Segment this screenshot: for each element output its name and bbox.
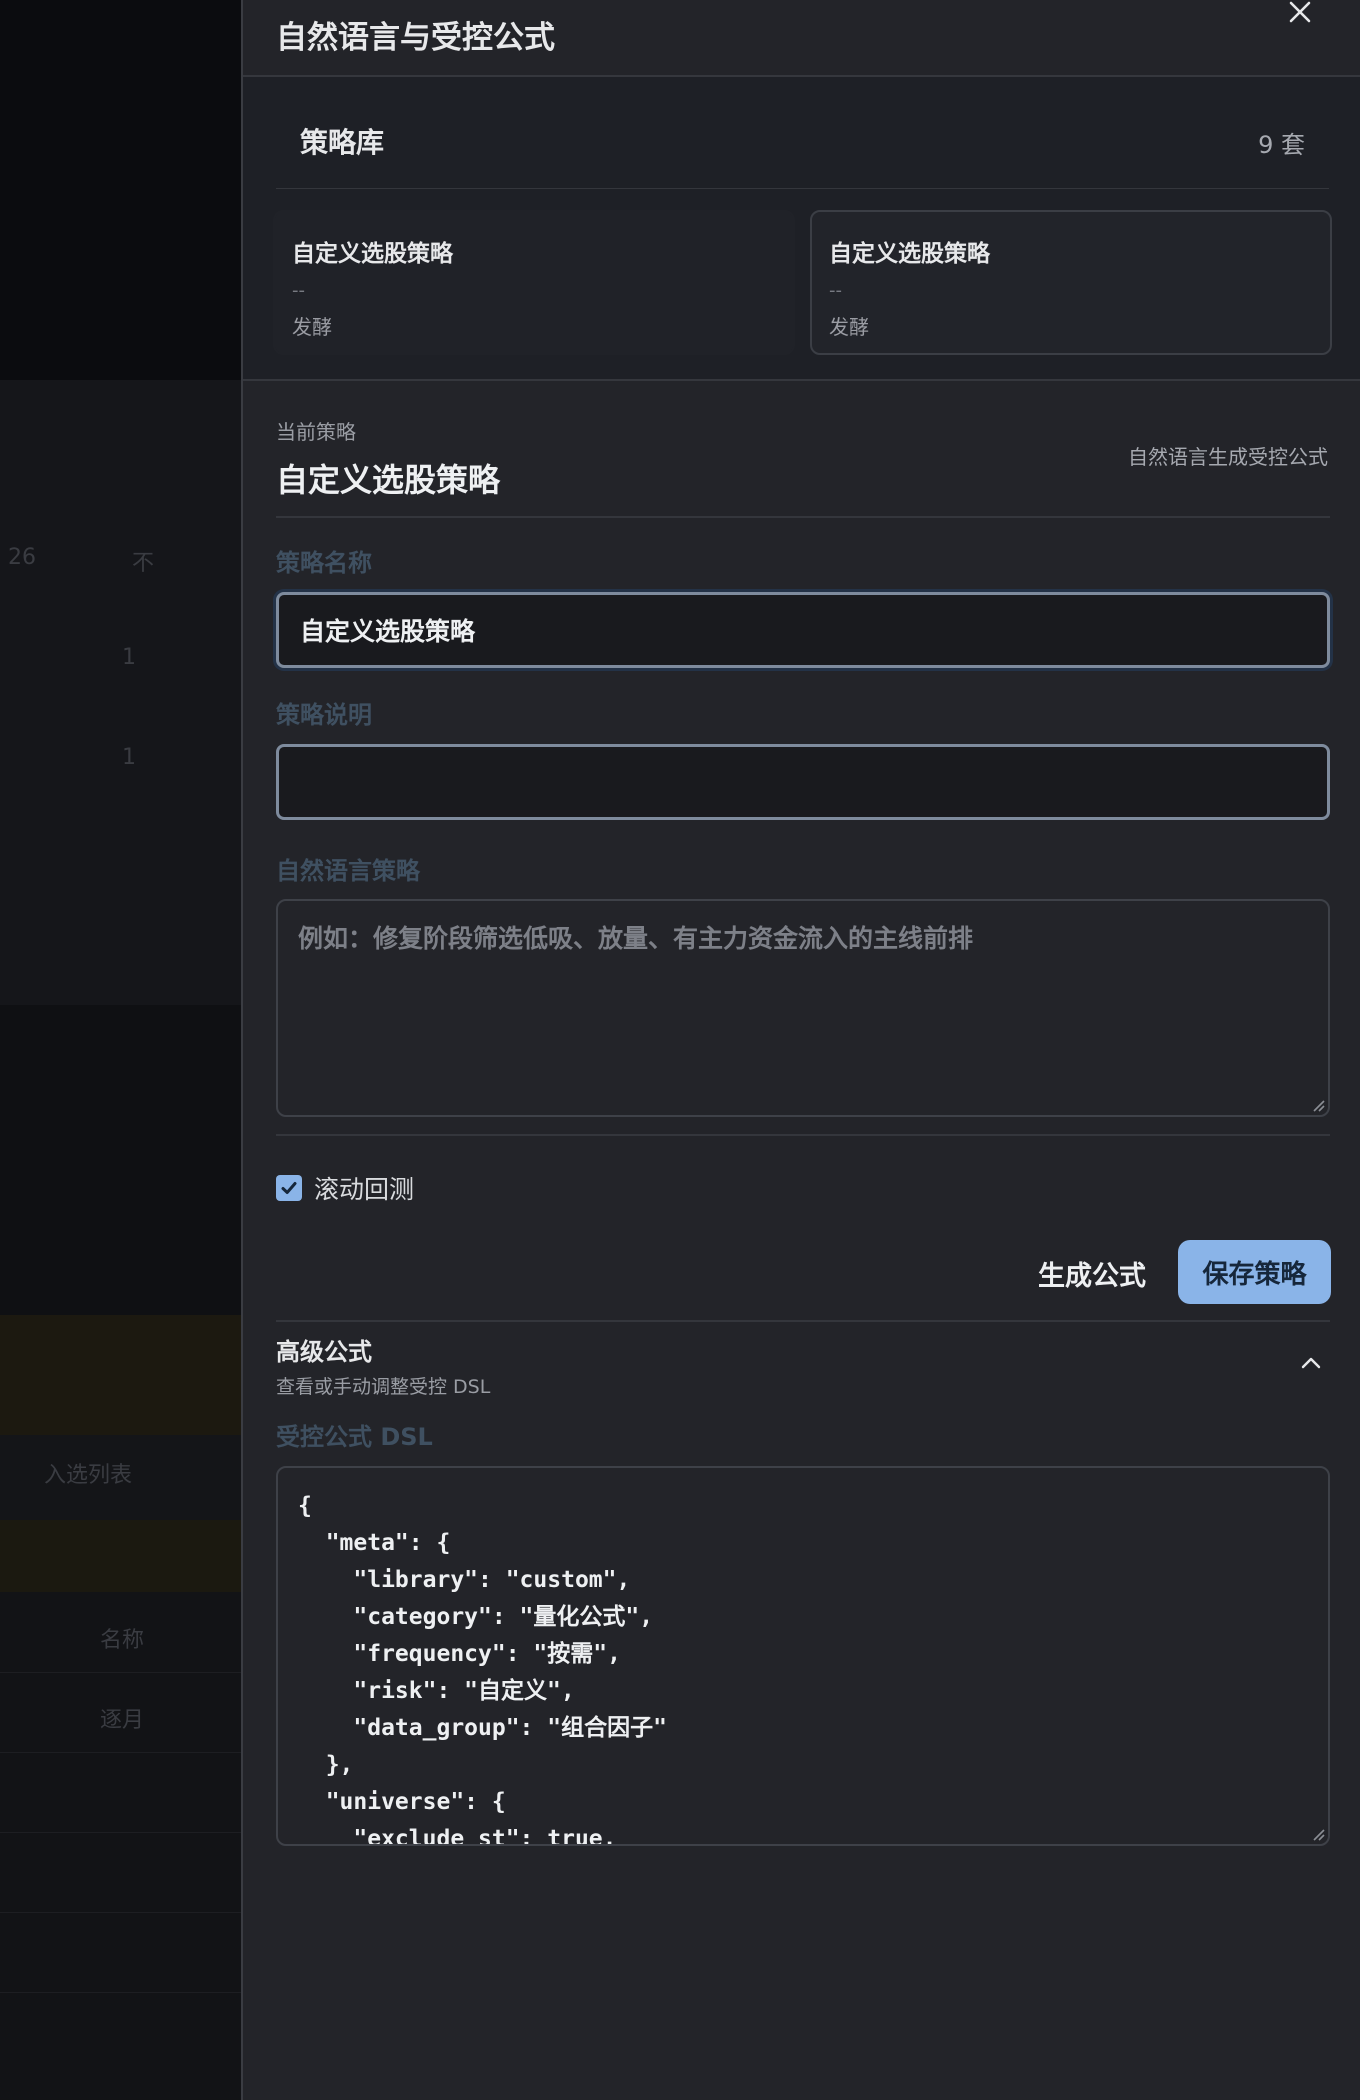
close-icon bbox=[1289, 1, 1311, 23]
dsl-textarea[interactable]: { "meta": { "library": "custom", "catego… bbox=[276, 1466, 1330, 1846]
drawer-title: 自然语言与受控公式 bbox=[276, 20, 555, 56]
advanced-formula-title: 高级公式 bbox=[276, 1338, 372, 1366]
strategy-card-description: -- bbox=[829, 280, 842, 301]
background-text: 入选列表 bbox=[44, 1463, 133, 1488]
natural-language-placeholder: 例如：修复阶段筛选低吸、放量、有主力资金流入的主线前排 bbox=[298, 924, 974, 953]
strategy-description-input[interactable] bbox=[276, 744, 1330, 820]
background-row-line bbox=[0, 1752, 241, 1753]
background-table: 名称 逐月 bbox=[0, 1592, 241, 2100]
background-text: 逐月 bbox=[100, 1708, 145, 1733]
background-app: 26 不 1 1 入选列表 名称 逐月 bbox=[0, 0, 241, 2100]
strategy-card-category: 发酵 bbox=[292, 315, 332, 339]
generate-formula-button[interactable]: 生成公式 bbox=[1022, 1241, 1162, 1305]
divider bbox=[276, 516, 1330, 518]
strategy-card-description: -- bbox=[292, 280, 305, 301]
strategy-card-name: 自定义选股策略 bbox=[292, 241, 453, 267]
app-root: 26 不 1 1 入选列表 名称 逐月 自然语言与受控公式 策略库 9 套 自定… bbox=[0, 0, 1360, 2100]
strategy-library: 策略库 9 套 自定义选股策略 -- 发酵 自定义选股策略 -- 发酵 bbox=[243, 77, 1360, 381]
rolling-backtest-label: 滚动回测 bbox=[314, 1175, 415, 1204]
background-header-area bbox=[0, 0, 241, 380]
current-strategy-name: 自定义选股策略 bbox=[276, 461, 501, 499]
strategy-card-category: 发酵 bbox=[829, 315, 869, 339]
chevron-up-icon bbox=[1301, 1357, 1321, 1369]
current-strategy-hint: 自然语言生成受控公式 bbox=[1128, 445, 1328, 469]
collapse-advanced-button[interactable] bbox=[1297, 1349, 1325, 1377]
dsl-label: 受控公式 DSL bbox=[276, 1423, 433, 1451]
library-count: 9 套 bbox=[1258, 131, 1305, 159]
strategy-description-label: 策略说明 bbox=[276, 701, 372, 729]
strategy-drawer: 自然语言与受控公式 策略库 9 套 自定义选股策略 -- 发酵 自定义选股策略 … bbox=[241, 0, 1360, 2100]
background-text: 1 bbox=[122, 745, 136, 770]
background-highlight-row bbox=[0, 1520, 241, 1592]
rolling-backtest-option[interactable]: 滚动回测 bbox=[276, 1171, 414, 1205]
background-panel bbox=[0, 1005, 241, 1315]
drawer-header: 自然语言与受控公式 bbox=[243, 0, 1360, 77]
background-row-line bbox=[0, 1832, 241, 1833]
save-strategy-button[interactable]: 保存策略 bbox=[1178, 1240, 1331, 1304]
background-text: 名称 bbox=[100, 1628, 145, 1653]
background-text: 1 bbox=[122, 645, 136, 670]
natural-language-label: 自然语言策略 bbox=[276, 857, 420, 885]
strategy-card[interactable]: 自定义选股策略 -- 发酵 bbox=[273, 210, 795, 355]
rolling-backtest-checkbox[interactable] bbox=[276, 1175, 302, 1201]
close-button[interactable] bbox=[1282, 0, 1318, 30]
dsl-code: { "meta": { "library": "custom", "catego… bbox=[298, 1493, 667, 1846]
strategy-card-name: 自定义选股策略 bbox=[829, 241, 990, 267]
background-text: 26 bbox=[8, 545, 36, 570]
background-banner bbox=[0, 1315, 241, 1435]
strategy-name-label: 策略名称 bbox=[276, 549, 372, 577]
check-icon bbox=[281, 1182, 297, 1194]
library-title: 策略库 bbox=[300, 126, 385, 159]
divider bbox=[276, 1320, 1330, 1322]
current-strategy-label: 当前策略 bbox=[276, 420, 356, 444]
background-row-line bbox=[0, 1912, 241, 1913]
background-filter-area: 26 不 1 1 bbox=[0, 380, 241, 1005]
advanced-formula-subtitle: 查看或手动调整受控 DSL bbox=[276, 1376, 491, 1398]
resize-grip-icon[interactable] bbox=[1311, 1827, 1325, 1841]
library-header: 策略库 9 套 bbox=[276, 77, 1329, 189]
background-row-line bbox=[0, 1992, 241, 1993]
background-toolbar: 入选列表 bbox=[0, 1435, 241, 1520]
natural-language-textarea[interactable]: 例如：修复阶段筛选低吸、放量、有主力资金流入的主线前排 bbox=[276, 899, 1330, 1117]
divider bbox=[276, 1134, 1330, 1136]
strategy-name-input[interactable]: 自定义选股策略 bbox=[276, 592, 1330, 668]
background-text: 不 bbox=[132, 551, 155, 576]
background-row-line bbox=[0, 1672, 241, 1673]
strategy-card[interactable]: 自定义选股策略 -- 发酵 bbox=[810, 210, 1332, 355]
resize-grip-icon[interactable] bbox=[1311, 1098, 1325, 1112]
